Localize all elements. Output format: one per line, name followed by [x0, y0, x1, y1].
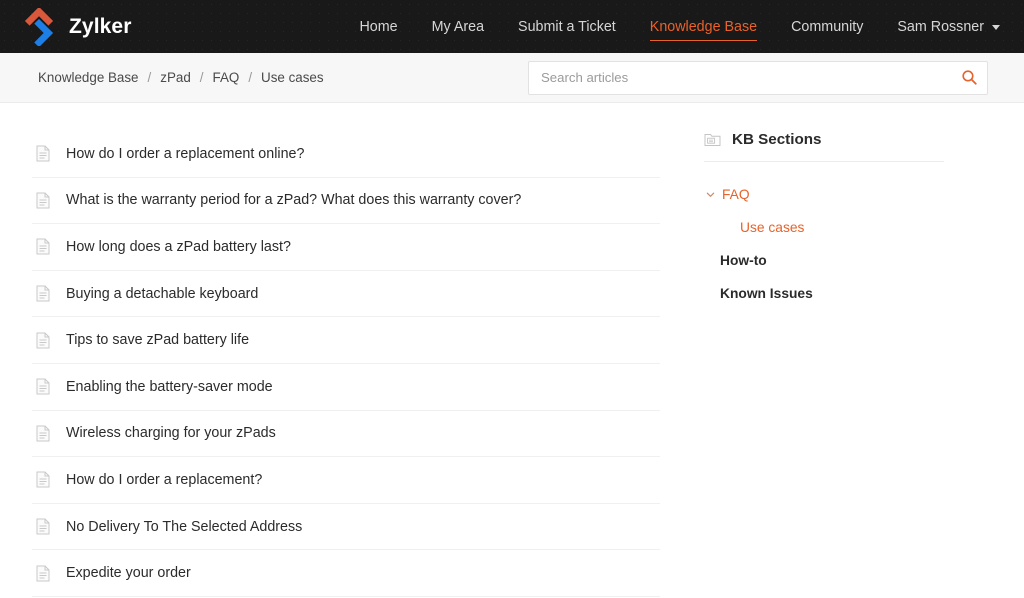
breadcrumb: Knowledge Base / zPad / FAQ / Use cases — [38, 70, 324, 85]
kb-section-label: How-to — [720, 253, 767, 268]
article-list-item[interactable]: How long does a zPad battery last? — [32, 224, 660, 271]
document-icon — [36, 285, 50, 302]
document-icon — [36, 145, 50, 162]
user-menu[interactable]: Sam Rossner — [880, 0, 1000, 53]
kb-section-known-issues[interactable]: Known Issues — [704, 277, 964, 310]
breadcrumb-separator: / — [199, 70, 204, 85]
kb-section-use-cases[interactable]: Use cases — [704, 211, 964, 244]
document-icon — [36, 565, 50, 582]
article-list-item[interactable]: Tips to save zPad battery life — [32, 317, 660, 364]
kb-section-how-to[interactable]: How-to — [704, 244, 964, 277]
article-list: How do I order a replacement online? Wha… — [0, 103, 660, 597]
brand-logo-link[interactable]: Zylker — [20, 7, 132, 46]
breadcrumb-bar: Knowledge Base / zPad / FAQ / Use cases — [0, 53, 1024, 103]
article-title: Expedite your order — [66, 565, 191, 582]
search-box — [528, 60, 988, 95]
chevron-down-icon[interactable] — [706, 190, 715, 199]
kb-section-label: FAQ — [722, 187, 750, 202]
document-icon — [36, 471, 50, 488]
page-content: How do I order a replacement online? Wha… — [0, 103, 1024, 598]
nav-item-home[interactable]: Home — [342, 0, 414, 53]
search-input[interactable] — [528, 60, 988, 95]
breadcrumb-item-knowledge-base[interactable]: Knowledge Base — [38, 70, 139, 85]
user-name: Sam Rossner — [897, 18, 984, 35]
article-title: Wireless charging for your zPads — [66, 425, 276, 442]
kb-section-label: Use cases — [740, 220, 805, 235]
document-icon — [36, 378, 50, 395]
nav-item-my-area[interactable]: My Area — [415, 0, 501, 53]
article-title: Buying a detachable keyboard — [66, 285, 259, 302]
article-list-item[interactable]: Expedite your order — [32, 550, 660, 597]
breadcrumb-separator: / — [248, 70, 253, 85]
article-title: How long does a zPad battery last? — [66, 238, 291, 255]
article-title: How do I order a replacement? — [66, 471, 263, 488]
breadcrumb-item-use-cases[interactable]: Use cases — [261, 70, 324, 85]
brand-name: Zylker — [69, 15, 132, 38]
zylker-diamond-logo-icon — [24, 7, 54, 46]
search-button[interactable] — [958, 67, 980, 89]
kb-section-faq[interactable]: FAQ — [704, 178, 964, 211]
article-list-item[interactable]: No Delivery To The Selected Address — [32, 504, 660, 551]
kb-section-label: Known Issues — [720, 286, 813, 301]
search-icon — [961, 70, 977, 85]
breadcrumb-separator: / — [147, 70, 152, 85]
breadcrumb-item-zpad[interactable]: zPad — [160, 70, 191, 85]
nav-item-community[interactable]: Community — [774, 0, 880, 53]
article-title: How do I order a replacement online? — [66, 145, 305, 162]
kb-sections-title: KB Sections — [732, 131, 822, 148]
kb-sections-tree: FAQ Use cases How-to Known Issues — [704, 162, 964, 310]
article-list-item[interactable]: Enabling the battery-saver mode — [32, 364, 660, 411]
site-header: Zylker Home My Area Submit a Ticket Know… — [0, 0, 1024, 53]
chevron-down-icon — [992, 25, 1000, 30]
nav-item-knowledge-base[interactable]: Knowledge Base — [633, 0, 774, 53]
article-list-item[interactable]: Wireless charging for your zPads — [32, 411, 660, 458]
document-icon — [36, 425, 50, 442]
article-title: No Delivery To The Selected Address — [66, 518, 303, 535]
article-list-item[interactable]: How do I order a replacement online? — [32, 131, 660, 178]
kb-sections-header: KB Sections — [704, 131, 944, 162]
article-title: What is the warranty period for a zPad? … — [66, 192, 522, 209]
document-icon — [36, 518, 50, 535]
folder-icon — [704, 134, 721, 146]
document-icon — [36, 238, 50, 255]
article-title: Tips to save zPad battery life — [66, 332, 250, 349]
main-navigation: Home My Area Submit a Ticket Knowledge B… — [342, 0, 1000, 53]
kb-sections-panel: KB Sections FAQ Use cases How-to Known I… — [704, 103, 964, 310]
article-title: Enabling the battery-saver mode — [66, 378, 273, 395]
document-icon — [36, 332, 50, 349]
nav-item-submit-a-ticket[interactable]: Submit a Ticket — [501, 0, 633, 53]
article-list-item[interactable]: Buying a detachable keyboard — [32, 271, 660, 318]
article-list-item[interactable]: How do I order a replacement? — [32, 457, 660, 504]
breadcrumb-item-faq[interactable]: FAQ — [213, 70, 240, 85]
article-list-item[interactable]: What is the warranty period for a zPad? … — [32, 178, 660, 225]
document-icon — [36, 192, 50, 209]
